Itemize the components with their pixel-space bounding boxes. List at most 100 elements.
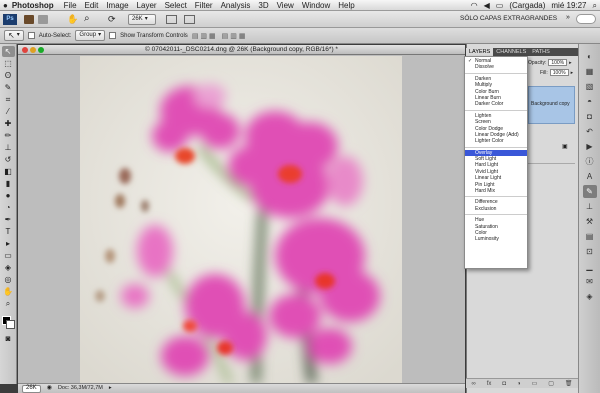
marquee-tool-icon[interactable]: ⬚: [2, 58, 15, 69]
swatches-panel-icon[interactable]: ▦: [583, 65, 597, 78]
tool-preset-picker[interactable]: ↖ ▾: [4, 30, 24, 41]
tab-paths[interactable]: PATHS: [529, 48, 553, 56]
clock[interactable]: mié 19:27: [548, 0, 589, 11]
bridge-icon[interactable]: [24, 15, 34, 24]
show-transform-checkbox[interactable]: [109, 32, 117, 39]
info-panel-icon[interactable]: ⓘ: [583, 155, 597, 168]
path-select-tool-icon[interactable]: ▸: [2, 238, 15, 249]
align-icons[interactable]: ▤▥▦ ▤▥▦: [192, 32, 248, 40]
menu-layer[interactable]: Layer: [133, 0, 161, 11]
dodge-tool-icon[interactable]: ◔: [2, 202, 15, 213]
styles-panel-icon[interactable]: ▧: [583, 80, 597, 93]
photo-canvas[interactable]: [80, 56, 402, 383]
chevron-right-icon[interactable]: ▸: [569, 60, 572, 66]
3d-rotate-tool-icon[interactable]: ◈: [2, 262, 15, 273]
tool-presets-panel-icon[interactable]: ⚒: [583, 215, 597, 228]
chevron-right-icon[interactable]: ▸: [571, 70, 574, 76]
chevron-right-icon[interactable]: »: [566, 14, 570, 21]
background-color-swatch[interactable]: [5, 320, 15, 329]
brush-tool-icon[interactable]: ✏: [2, 130, 15, 141]
menu-analysis[interactable]: Analysis: [217, 0, 255, 11]
brush-panel-icon[interactable]: ✎: [582, 185, 597, 198]
layer-name[interactable]: Background copy: [531, 101, 572, 107]
apple-icon[interactable]: ●: [0, 0, 11, 11]
history-brush-tool-icon[interactable]: ↺: [2, 154, 15, 165]
layer-row-background-copy[interactable]: Background copy: [528, 86, 575, 124]
zoom-tool-icon[interactable]: ⌕: [2, 298, 15, 309]
3d-panel-icon[interactable]: ◈: [583, 290, 597, 303]
character-panel-icon[interactable]: A: [583, 170, 597, 183]
blend-mode-option[interactable]: Exclusion: [465, 206, 527, 212]
histogram-panel-icon[interactable]: ▁: [583, 260, 597, 273]
rotate-view-icon[interactable]: ⟳: [108, 14, 116, 25]
minimize-window-icon[interactable]: [30, 47, 36, 53]
workspace-switcher[interactable]: SÓLO CAPAS EXTRAGRANDES: [460, 15, 557, 22]
zoom-tool-icon[interactable]: ⌕: [84, 13, 90, 24]
close-window-icon[interactable]: [22, 47, 28, 53]
arrange-documents-icon[interactable]: [166, 15, 177, 24]
app-name[interactable]: Photoshop: [11, 0, 60, 11]
battery-icon[interactable]: ▭: [493, 0, 507, 11]
tab-layers[interactable]: LAYERS: [466, 48, 494, 56]
opacity-input[interactable]: 100%: [548, 59, 568, 66]
auto-select-dropdown[interactable]: Group ▾: [75, 30, 106, 41]
shape-tool-icon[interactable]: ▭: [2, 250, 15, 261]
history-panel-icon[interactable]: ↶: [583, 125, 597, 138]
menu-edit[interactable]: Edit: [81, 0, 103, 11]
menu-3d[interactable]: 3D: [254, 0, 272, 11]
eraser-tool-icon[interactable]: ◧: [2, 166, 15, 177]
spotlight-icon[interactable]: ⌕: [590, 0, 600, 11]
3d-orbit-tool-icon[interactable]: ◎: [2, 274, 15, 285]
layer-style-icon[interactable]: fx: [487, 381, 492, 387]
adjustment-layer-icon[interactable]: ◑: [517, 381, 521, 387]
new-group-icon[interactable]: ▭: [532, 380, 538, 387]
color-panel-icon[interactable]: ◐: [583, 50, 597, 63]
fill-input[interactable]: 100%: [549, 69, 569, 76]
blend-mode-option[interactable]: Darker Color: [465, 101, 527, 107]
tab-channels[interactable]: CHANNELS: [493, 48, 529, 56]
quick-mask-icon[interactable]: ◙: [2, 333, 15, 344]
lasso-tool-icon[interactable]: ʘ: [2, 70, 15, 81]
link-layers-icon[interactable]: ∞: [471, 381, 475, 387]
menu-select[interactable]: Select: [161, 0, 191, 11]
volume-icon[interactable]: ◀: [481, 0, 493, 11]
menu-file[interactable]: File: [60, 0, 81, 11]
hand-tool-icon[interactable]: ✋: [2, 286, 15, 297]
menu-window[interactable]: Window: [298, 0, 334, 11]
mini-bridge-icon[interactable]: [38, 15, 48, 24]
move-tool-icon[interactable]: ↖: [1, 46, 15, 57]
search-field[interactable]: [576, 14, 596, 24]
menu-help[interactable]: Help: [334, 0, 358, 11]
pen-tool-icon[interactable]: ✒: [2, 214, 15, 225]
blend-mode-option[interactable]: Luminosity: [465, 236, 527, 242]
eyedropper-tool-icon[interactable]: ⁄: [2, 106, 15, 117]
menu-image[interactable]: Image: [102, 0, 132, 11]
masks-panel-icon[interactable]: ◘: [583, 110, 597, 123]
blend-mode-option[interactable]: Hard Mix: [465, 188, 527, 194]
layer-comps-panel-icon[interactable]: ▤: [583, 230, 597, 243]
quick-select-tool-icon[interactable]: ✎: [2, 82, 15, 93]
status-zoom-field[interactable]: 26K: [22, 384, 41, 393]
zoom-window-icon[interactable]: [38, 47, 44, 53]
auto-select-checkbox[interactable]: [27, 32, 35, 39]
screen-mode-icon[interactable]: [184, 15, 195, 24]
hand-icon[interactable]: ✋: [67, 14, 78, 25]
actions-panel-icon[interactable]: ▶: [583, 140, 597, 153]
menu-filter[interactable]: Filter: [191, 0, 217, 11]
clone-stamp-tool-icon[interactable]: ⊥: [2, 142, 15, 153]
document-title-bar[interactable]: © 07042011-_DSC0214.dng @ 26K (Backgroun…: [18, 45, 465, 55]
wifi-icon[interactable]: ◠: [468, 0, 481, 11]
blur-tool-icon[interactable]: ●: [2, 190, 15, 201]
navigator-panel-icon[interactable]: ⊡: [583, 245, 597, 258]
clone-source-panel-icon[interactable]: ⊥: [583, 200, 597, 213]
blend-mode-option[interactable]: Lighter Color: [465, 138, 527, 144]
menu-view[interactable]: View: [273, 0, 298, 11]
zoom-select[interactable]: 26K ▾: [128, 14, 156, 25]
blend-mode-option[interactable]: Dissolve: [465, 64, 527, 70]
gradient-tool-icon[interactable]: ▮: [2, 178, 15, 189]
status-menu-arrow-icon[interactable]: ▸: [109, 384, 112, 393]
trash-icon[interactable]: 🗑: [565, 380, 573, 387]
adjustments-panel-icon[interactable]: ◓: [583, 95, 597, 108]
healing-brush-tool-icon[interactable]: ✚: [2, 118, 15, 129]
add-mask-icon[interactable]: ◘: [502, 381, 506, 387]
